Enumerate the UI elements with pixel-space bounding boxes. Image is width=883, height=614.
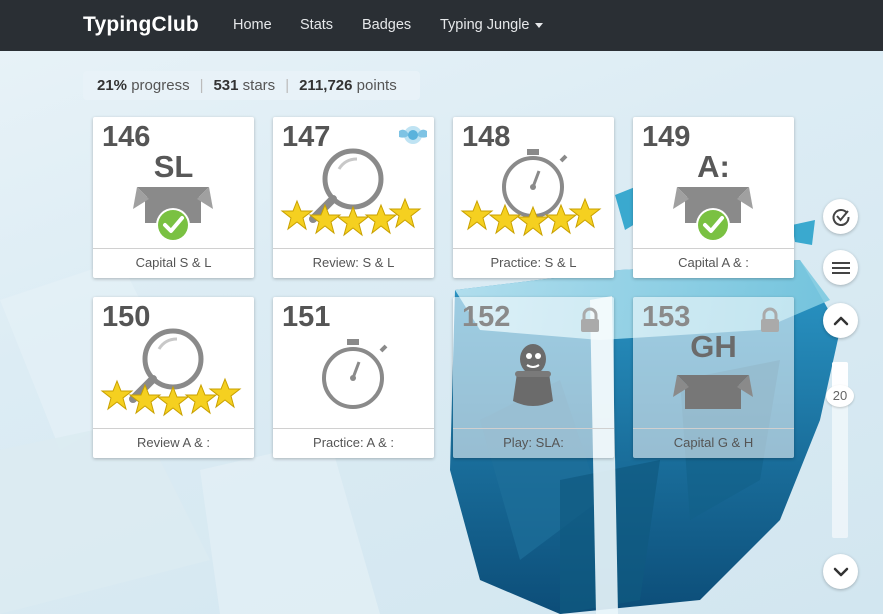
check-circle-icon bbox=[156, 208, 190, 242]
top-navbar: TypingClub Home Stats Badges Typing Jung… bbox=[0, 0, 883, 51]
check-circle-icon bbox=[696, 208, 730, 242]
lesson-card-153[interactable]: 153 GH Capital G & H bbox=[633, 297, 794, 458]
hamburger-icon bbox=[831, 261, 850, 274]
lesson-caption: Review A & : bbox=[137, 435, 210, 450]
caret-down-icon bbox=[535, 22, 544, 28]
chevron-down-icon bbox=[833, 567, 848, 576]
points-count: 211,726 bbox=[299, 77, 353, 94]
nav-home[interactable]: Home bbox=[233, 17, 272, 33]
stars-count: 531 bbox=[213, 77, 239, 94]
stars-label: stars bbox=[242, 77, 276, 94]
menu-button[interactable] bbox=[823, 250, 858, 285]
nav-typing-jungle-dropdown[interactable]: Typing Jungle bbox=[440, 17, 544, 33]
scroll-down-button[interactable] bbox=[823, 554, 858, 589]
progress-percent-label: progress bbox=[131, 77, 190, 94]
lesson-caption: Review: S & L bbox=[312, 255, 395, 270]
card-divider bbox=[273, 248, 434, 249]
nav-stats[interactable]: Stats bbox=[300, 17, 333, 33]
scroll-up-button[interactable] bbox=[823, 303, 858, 338]
lesson-caption: Capital A & : bbox=[678, 255, 749, 270]
five-stars bbox=[100, 377, 242, 417]
divider: | bbox=[285, 77, 290, 94]
lesson-caption: Capital G & H bbox=[673, 435, 754, 450]
game-character-icon bbox=[513, 344, 553, 406]
five-stars bbox=[280, 197, 422, 237]
lesson-card-151[interactable]: 151 Practice: A & : bbox=[273, 297, 434, 458]
progress-summary: 21% progress | 531 stars | 211,726 point… bbox=[83, 71, 420, 100]
goals-button[interactable] bbox=[823, 199, 858, 234]
lesson-card-147[interactable]: 147 Review: S & L bbox=[273, 117, 434, 278]
divider: | bbox=[199, 77, 204, 94]
card-divider bbox=[633, 428, 794, 429]
lesson-card-149[interactable]: 149 A: Capital A & : bbox=[633, 117, 794, 278]
lesson-card-150[interactable]: 150 Review A & : bbox=[93, 297, 254, 458]
check-circle-icon bbox=[832, 208, 850, 226]
card-divider bbox=[453, 428, 614, 429]
scroll-position-label: 20 bbox=[826, 385, 854, 407]
lesson-card-146[interactable]: 146 SL Capital S & L bbox=[93, 117, 254, 278]
lesson-card-148[interactable]: 148 Practice: S & L bbox=[453, 117, 614, 278]
nav-typing-jungle-label: Typing Jungle bbox=[440, 17, 530, 33]
card-divider bbox=[453, 248, 614, 249]
five-stars bbox=[460, 197, 602, 237]
card-divider bbox=[633, 248, 794, 249]
card-divider bbox=[273, 428, 434, 429]
chevron-up-icon bbox=[833, 316, 848, 325]
lesson-card-152[interactable]: 152 Play: SLA: bbox=[453, 297, 614, 458]
nav-badges[interactable]: Badges bbox=[362, 17, 411, 33]
stopwatch-icon bbox=[322, 339, 388, 409]
progress-percent: 21% bbox=[97, 77, 128, 94]
card-divider bbox=[93, 248, 254, 249]
card-divider bbox=[93, 428, 254, 429]
lesson-caption: Practice: S & L bbox=[490, 255, 577, 270]
lesson-caption: Play: SLA: bbox=[503, 435, 564, 450]
brand-logo[interactable]: TypingClub bbox=[83, 13, 199, 37]
lesson-caption: Capital S & L bbox=[135, 255, 212, 270]
points-label: points bbox=[356, 77, 397, 94]
open-box-icon bbox=[673, 375, 753, 409]
lesson-caption: Practice: A & : bbox=[313, 435, 394, 450]
